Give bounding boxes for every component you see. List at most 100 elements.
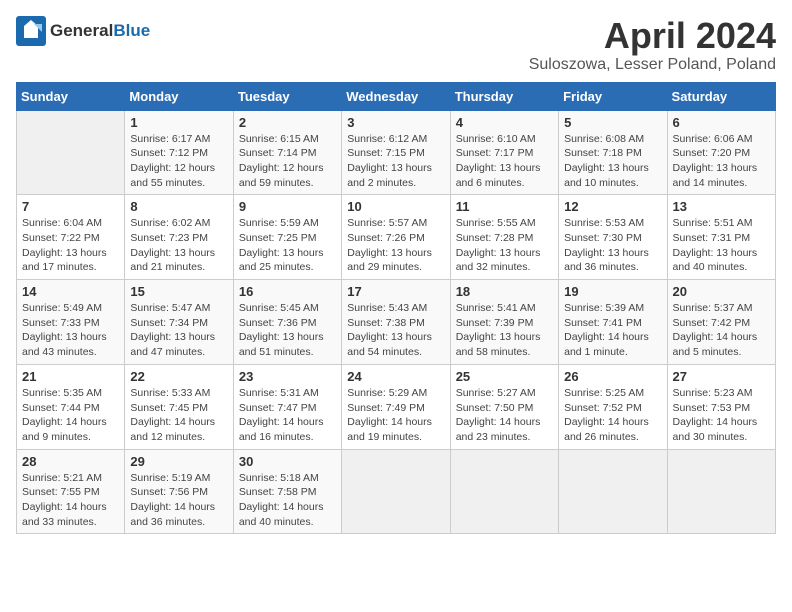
calendar-cell: 24 Sunrise: 5:29 AM Sunset: 7:49 PM Dayli… bbox=[342, 364, 450, 449]
day-info: Sunrise: 5:25 AM Sunset: 7:52 PM Dayligh… bbox=[564, 386, 661, 445]
calendar-table: SundayMondayTuesdayWednesdayThursdayFrid… bbox=[16, 82, 776, 535]
day-number: 5 bbox=[564, 115, 661, 130]
calendar-cell: 18 Sunrise: 5:41 AM Sunset: 7:39 PM Dayli… bbox=[450, 280, 558, 365]
day-info: Sunrise: 6:15 AM Sunset: 7:14 PM Dayligh… bbox=[239, 132, 336, 191]
day-number: 19 bbox=[564, 284, 661, 299]
day-info: Sunrise: 6:02 AM Sunset: 7:23 PM Dayligh… bbox=[130, 216, 227, 275]
day-info: Sunrise: 6:17 AM Sunset: 7:12 PM Dayligh… bbox=[130, 132, 227, 191]
calendar-header: SundayMondayTuesdayWednesdayThursdayFrid… bbox=[17, 82, 776, 110]
calendar-week-5: 28 Sunrise: 5:21 AM Sunset: 7:55 PM Dayli… bbox=[17, 449, 776, 534]
day-info: Sunrise: 5:55 AM Sunset: 7:28 PM Dayligh… bbox=[456, 216, 553, 275]
day-info: Sunrise: 5:31 AM Sunset: 7:47 PM Dayligh… bbox=[239, 386, 336, 445]
calendar-week-2: 7Sunrise: 6:04 AM Sunset: 7:22 PM Daylig… bbox=[17, 195, 776, 280]
day-info: Sunrise: 5:29 AM Sunset: 7:49 PM Dayligh… bbox=[347, 386, 444, 445]
calendar-cell: 30Sunrise: 5:18 AM Sunset: 7:58 PM Dayli… bbox=[233, 449, 341, 534]
day-info: Sunrise: 5:23 AM Sunset: 7:53 PM Dayligh… bbox=[673, 386, 770, 445]
day-info: Sunrise: 5:47 AM Sunset: 7:34 PM Dayligh… bbox=[130, 301, 227, 360]
day-number: 16 bbox=[239, 284, 336, 299]
day-number: 24 bbox=[347, 369, 444, 384]
calendar-cell: 27 Sunrise: 5:23 AM Sunset: 7:53 PM Dayli… bbox=[667, 364, 775, 449]
header-day-saturday: Saturday bbox=[667, 82, 775, 110]
calendar-cell: 1 Sunrise: 6:17 AM Sunset: 7:12 PM Daylig… bbox=[125, 110, 233, 195]
day-number: 20 bbox=[673, 284, 770, 299]
day-info: Sunrise: 5:51 AM Sunset: 7:31 PM Dayligh… bbox=[673, 216, 770, 275]
day-number: 4 bbox=[456, 115, 553, 130]
calendar-cell: 22Sunrise: 5:33 AM Sunset: 7:45 PM Dayli… bbox=[125, 364, 233, 449]
day-info: Sunrise: 5:59 AM Sunset: 7:25 PM Dayligh… bbox=[239, 216, 336, 275]
calendar-cell: 7Sunrise: 6:04 AM Sunset: 7:22 PM Daylig… bbox=[17, 195, 125, 280]
day-info: Sunrise: 5:43 AM Sunset: 7:38 PM Dayligh… bbox=[347, 301, 444, 360]
day-number: 30 bbox=[239, 454, 336, 469]
calendar-cell: 2 Sunrise: 6:15 AM Sunset: 7:14 PM Daylig… bbox=[233, 110, 341, 195]
day-info: Sunrise: 5:53 AM Sunset: 7:30 PM Dayligh… bbox=[564, 216, 661, 275]
day-info: Sunrise: 5:39 AM Sunset: 7:41 PM Dayligh… bbox=[564, 301, 661, 360]
day-number: 17 bbox=[347, 284, 444, 299]
logo: GeneralBlue bbox=[16, 16, 150, 46]
calendar-cell: 29 Sunrise: 5:19 AM Sunset: 7:56 PM Dayli… bbox=[125, 449, 233, 534]
calendar-cell: 14Sunrise: 5:49 AM Sunset: 7:33 PM Dayli… bbox=[17, 280, 125, 365]
day-number: 11 bbox=[456, 199, 553, 214]
calendar-cell: 21 Sunrise: 5:35 AM Sunset: 7:44 PM Dayli… bbox=[17, 364, 125, 449]
header-day-wednesday: Wednesday bbox=[342, 82, 450, 110]
day-number: 29 bbox=[130, 454, 227, 469]
day-number: 27 bbox=[673, 369, 770, 384]
calendar-week-1: 1 Sunrise: 6:17 AM Sunset: 7:12 PM Daylig… bbox=[17, 110, 776, 195]
day-number: 15 bbox=[130, 284, 227, 299]
header-day-tuesday: Tuesday bbox=[233, 82, 341, 110]
day-info: Sunrise: 5:41 AM Sunset: 7:39 PM Dayligh… bbox=[456, 301, 553, 360]
day-info: Sunrise: 5:27 AM Sunset: 7:50 PM Dayligh… bbox=[456, 386, 553, 445]
day-number: 13 bbox=[673, 199, 770, 214]
day-number: 28 bbox=[22, 454, 119, 469]
day-info: Sunrise: 5:21 AM Sunset: 7:55 PM Dayligh… bbox=[22, 471, 119, 530]
day-number: 1 bbox=[130, 115, 227, 130]
calendar-cell: 12Sunrise: 5:53 AM Sunset: 7:30 PM Dayli… bbox=[559, 195, 667, 280]
day-info: Sunrise: 6:08 AM Sunset: 7:18 PM Dayligh… bbox=[564, 132, 661, 191]
day-number: 18 bbox=[456, 284, 553, 299]
day-number: 6 bbox=[673, 115, 770, 130]
calendar-cell: 25Sunrise: 5:27 AM Sunset: 7:50 PM Dayli… bbox=[450, 364, 558, 449]
day-number: 10 bbox=[347, 199, 444, 214]
logo-icon bbox=[16, 16, 46, 46]
day-info: Sunrise: 5:35 AM Sunset: 7:44 PM Dayligh… bbox=[22, 386, 119, 445]
day-info: Sunrise: 6:04 AM Sunset: 7:22 PM Dayligh… bbox=[22, 216, 119, 275]
day-number: 2 bbox=[239, 115, 336, 130]
calendar-cell: 9 Sunrise: 5:59 AM Sunset: 7:25 PM Daylig… bbox=[233, 195, 341, 280]
header-day-thursday: Thursday bbox=[450, 82, 558, 110]
calendar-cell: 6Sunrise: 6:06 AM Sunset: 7:20 PM Daylig… bbox=[667, 110, 775, 195]
calendar-cell: 11 Sunrise: 5:55 AM Sunset: 7:28 PM Dayli… bbox=[450, 195, 558, 280]
calendar-cell: 23 Sunrise: 5:31 AM Sunset: 7:47 PM Dayli… bbox=[233, 364, 341, 449]
day-info: Sunrise: 5:37 AM Sunset: 7:42 PM Dayligh… bbox=[673, 301, 770, 360]
header-day-sunday: Sunday bbox=[17, 82, 125, 110]
header-day-monday: Monday bbox=[125, 82, 233, 110]
calendar-cell: 26 Sunrise: 5:25 AM Sunset: 7:52 PM Dayli… bbox=[559, 364, 667, 449]
calendar-cell bbox=[559, 449, 667, 534]
day-info: Sunrise: 5:49 AM Sunset: 7:33 PM Dayligh… bbox=[22, 301, 119, 360]
logo-text: GeneralBlue bbox=[50, 22, 150, 40]
calendar-week-4: 21 Sunrise: 5:35 AM Sunset: 7:44 PM Dayli… bbox=[17, 364, 776, 449]
calendar-cell: 8 Sunrise: 6:02 AM Sunset: 7:23 PM Daylig… bbox=[125, 195, 233, 280]
day-number: 9 bbox=[239, 199, 336, 214]
calendar-week-3: 14Sunrise: 5:49 AM Sunset: 7:33 PM Dayli… bbox=[17, 280, 776, 365]
logo-blue: Blue bbox=[113, 21, 150, 40]
logo-general: General bbox=[50, 21, 113, 40]
day-info: Sunrise: 6:12 AM Sunset: 7:15 PM Dayligh… bbox=[347, 132, 444, 191]
day-number: 23 bbox=[239, 369, 336, 384]
calendar-title: April 2024 bbox=[529, 16, 776, 56]
calendar-cell: 10Sunrise: 5:57 AM Sunset: 7:26 PM Dayli… bbox=[342, 195, 450, 280]
calendar-cell: 5 Sunrise: 6:08 AM Sunset: 7:18 PM Daylig… bbox=[559, 110, 667, 195]
title-block: April 2024 Suloszowa, Lesser Poland, Pol… bbox=[529, 16, 776, 74]
calendar-subtitle: Suloszowa, Lesser Poland, Poland bbox=[529, 56, 776, 74]
calendar-cell: 16 Sunrise: 5:45 AM Sunset: 7:36 PM Dayli… bbox=[233, 280, 341, 365]
day-number: 26 bbox=[564, 369, 661, 384]
day-number: 3 bbox=[347, 115, 444, 130]
day-info: Sunrise: 5:45 AM Sunset: 7:36 PM Dayligh… bbox=[239, 301, 336, 360]
calendar-cell: 20 Sunrise: 5:37 AM Sunset: 7:42 PM Dayli… bbox=[667, 280, 775, 365]
day-info: Sunrise: 6:10 AM Sunset: 7:17 PM Dayligh… bbox=[456, 132, 553, 191]
page-header: GeneralBlue April 2024 Suloszowa, Lesser… bbox=[16, 16, 776, 74]
header-day-friday: Friday bbox=[559, 82, 667, 110]
day-number: 8 bbox=[130, 199, 227, 214]
calendar-cell: 15 Sunrise: 5:47 AM Sunset: 7:34 PM Dayli… bbox=[125, 280, 233, 365]
day-info: Sunrise: 5:19 AM Sunset: 7:56 PM Dayligh… bbox=[130, 471, 227, 530]
calendar-cell: 3 Sunrise: 6:12 AM Sunset: 7:15 PM Daylig… bbox=[342, 110, 450, 195]
day-number: 21 bbox=[22, 369, 119, 384]
